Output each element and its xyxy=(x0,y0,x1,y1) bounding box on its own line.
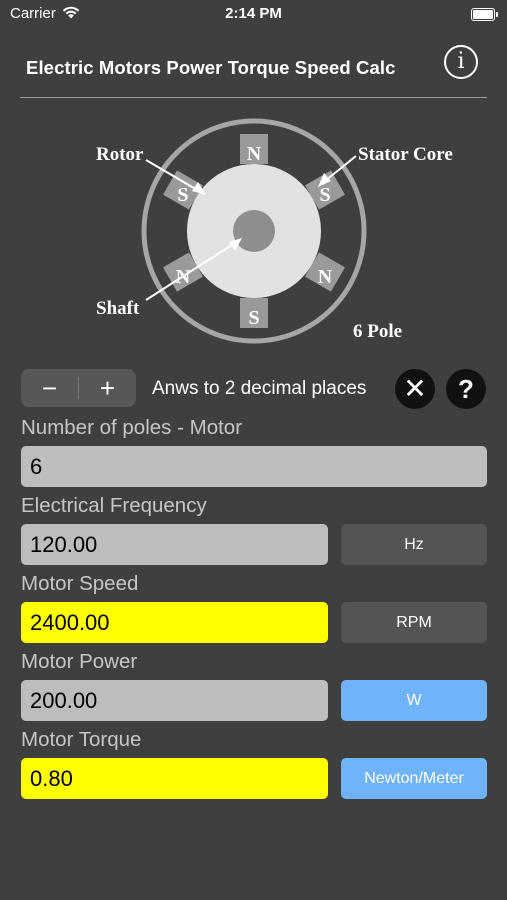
power-unit-button[interactable]: W xyxy=(341,680,487,721)
svg-text:S: S xyxy=(248,307,259,329)
torque-unit-button[interactable]: Newton/Meter xyxy=(341,758,487,799)
frequency-input[interactable]: 120.00 xyxy=(21,524,328,565)
clock: 2:14 PM xyxy=(225,5,282,22)
pole-count-label: 6 Pole xyxy=(353,321,402,342)
frequency-unit-button[interactable]: Hz xyxy=(341,524,487,565)
power-label: Motor Power xyxy=(21,650,138,673)
header-divider xyxy=(20,97,487,98)
stator-core-label: Stator Core xyxy=(358,144,453,165)
rotor-label: Rotor xyxy=(96,144,144,165)
torque-label: Motor Torque xyxy=(21,728,142,751)
status-bar: Carrier 2:14 PM xyxy=(0,0,507,28)
svg-text:N: N xyxy=(247,143,262,165)
svg-text:S: S xyxy=(319,184,330,206)
shaft xyxy=(233,210,275,252)
pole-n-top: N xyxy=(240,134,268,165)
info-button[interactable]: i xyxy=(444,45,478,79)
frequency-label: Electrical Frequency xyxy=(21,494,207,517)
motor-diagram: N S N S N S Rotor Stator Core Shaft 6 Po… xyxy=(96,118,453,344)
decimal-places-label: Anws to 2 decimal places xyxy=(152,378,367,399)
help-button[interactable]: ? xyxy=(446,369,486,409)
battery-icon xyxy=(471,8,498,21)
poles-label: Number of poles - Motor xyxy=(21,416,243,439)
speed-unit-button[interactable]: RPM xyxy=(341,602,487,643)
speed-input[interactable]: 2400.00 xyxy=(21,602,328,643)
decimal-stepper[interactable]: − + xyxy=(21,369,136,407)
speed-label: Motor Speed xyxy=(21,572,139,595)
poles-input[interactable]: 6 xyxy=(21,446,487,487)
shaft-label: Shaft xyxy=(96,298,140,319)
page-title: Electric Motors Power Torque Speed Calc xyxy=(26,57,396,78)
svg-text:S: S xyxy=(177,184,188,206)
increment-button[interactable]: + xyxy=(79,369,136,407)
torque-input[interactable]: 0.80 xyxy=(21,758,328,799)
pole-s-bottom: S xyxy=(240,298,268,329)
clear-button[interactable]: ✕ xyxy=(395,369,435,409)
svg-text:N: N xyxy=(318,266,333,288)
power-input[interactable]: 200.00 xyxy=(21,680,328,721)
decrement-button[interactable]: − xyxy=(21,369,78,407)
